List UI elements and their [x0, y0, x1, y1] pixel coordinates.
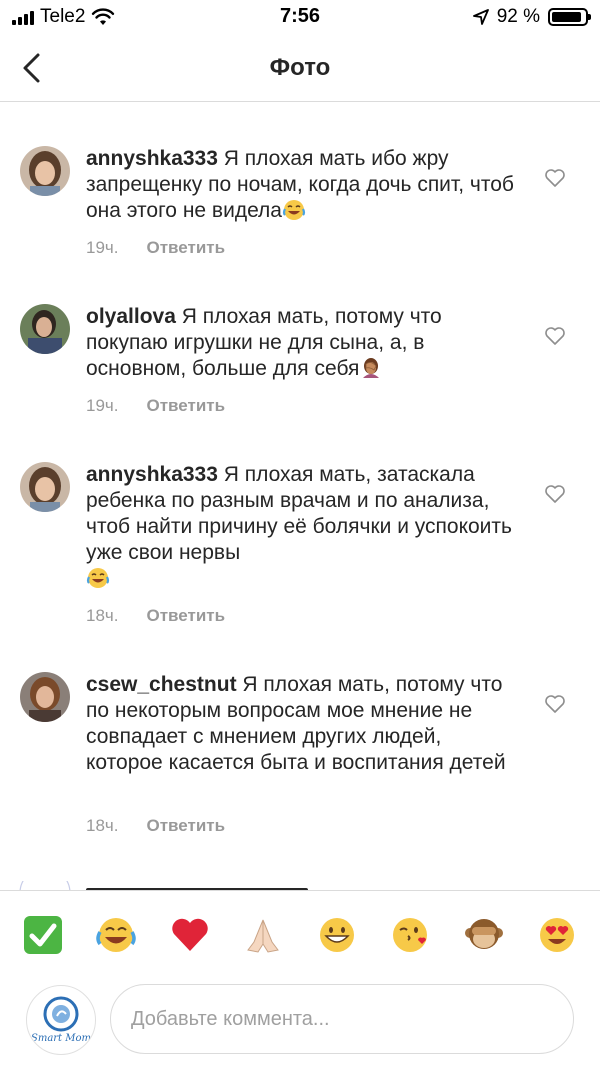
comment-meta: 19ч. Ответить [86, 238, 225, 258]
comment-text: csew_chestnut Я плохая мать, потому что … [86, 672, 516, 776]
comment-meta: 19ч. Ответить [86, 396, 225, 416]
comment-input[interactable] [110, 984, 574, 1054]
comment-item-partial [0, 880, 600, 890]
check-mark-button-icon[interactable] [22, 914, 64, 956]
face-blowing-kiss-icon[interactable] [389, 914, 431, 956]
status-right: 92 % [472, 6, 591, 28]
partial-comment-preview [19, 880, 308, 890]
comment-time: 19ч. [86, 238, 119, 257]
face-with-tears-of-joy-icon [86, 568, 110, 588]
comment-username[interactable]: olyallova [86, 305, 176, 328]
avatar[interactable] [20, 146, 70, 196]
reply-button[interactable]: Ответить [147, 238, 226, 258]
battery-icon [548, 8, 591, 26]
comment-username[interactable]: annyshka333 [86, 147, 218, 170]
comment-time: 18ч. [86, 606, 119, 625]
avatar[interactable] [20, 672, 70, 722]
comment-meta: 18ч. Ответить [86, 606, 225, 626]
like-heart-icon[interactable] [544, 168, 566, 188]
nav-bar: Фото [0, 36, 600, 102]
status-bar: Tele2 7:56 92 % [0, 0, 600, 36]
comment-username[interactable]: csew_chestnut [86, 673, 237, 696]
grinning-face-icon[interactable] [316, 914, 358, 956]
see-no-evil-monkey-icon[interactable] [463, 914, 505, 956]
heart-eyes-face-icon[interactable] [536, 914, 578, 956]
comment-input-row: Smart Mom [0, 978, 600, 1066]
avatar[interactable] [20, 304, 70, 354]
like-heart-icon[interactable] [544, 484, 566, 504]
comment-text: annyshka333 Я плохая мать ибо жру запрещ… [86, 146, 516, 224]
smart-mom-logo-icon [43, 996, 79, 1032]
comment-text: olyallova Я плохая мать, потому что поку… [86, 304, 516, 382]
battery-fill [552, 12, 582, 22]
red-heart-icon[interactable] [169, 914, 211, 956]
reply-button[interactable]: Ответить [147, 606, 226, 626]
location-arrow-icon [472, 9, 489, 25]
comment-text: annyshka333 Я плохая мать, затаскала реб… [86, 462, 516, 592]
battery-percent: 92 % [496, 6, 540, 27]
user-avatar-image [20, 146, 70, 196]
comment-time: 19ч. [86, 396, 119, 415]
comments-list[interactable]: annyshka333 Я плохая мать ибо жру запрещ… [0, 102, 600, 890]
brand-label: Smart Mom [30, 1033, 91, 1044]
quick-emoji-bar [0, 890, 600, 978]
folded-hands-icon[interactable] [242, 914, 284, 956]
comment-meta: 18ч. Ответить [86, 816, 225, 836]
comment-time: 18ч. [86, 816, 119, 835]
reply-button[interactable]: Ответить [147, 816, 226, 836]
user-avatar-image [20, 304, 70, 354]
user-avatar-image [20, 672, 70, 722]
woman-facepalming-icon [363, 358, 380, 378]
reply-button[interactable]: Ответить [147, 396, 226, 416]
like-heart-icon[interactable] [544, 694, 566, 714]
my-avatar[interactable]: Smart Mom [26, 985, 96, 1055]
face-with-tears-of-joy-icon[interactable] [95, 914, 137, 956]
avatar[interactable] [20, 462, 70, 512]
comment-username[interactable]: annyshka333 [86, 463, 218, 486]
like-heart-icon[interactable] [544, 326, 566, 346]
user-avatar-image [20, 462, 70, 512]
face-with-tears-of-joy-icon [282, 200, 306, 220]
page-title: Фото [269, 54, 331, 81]
